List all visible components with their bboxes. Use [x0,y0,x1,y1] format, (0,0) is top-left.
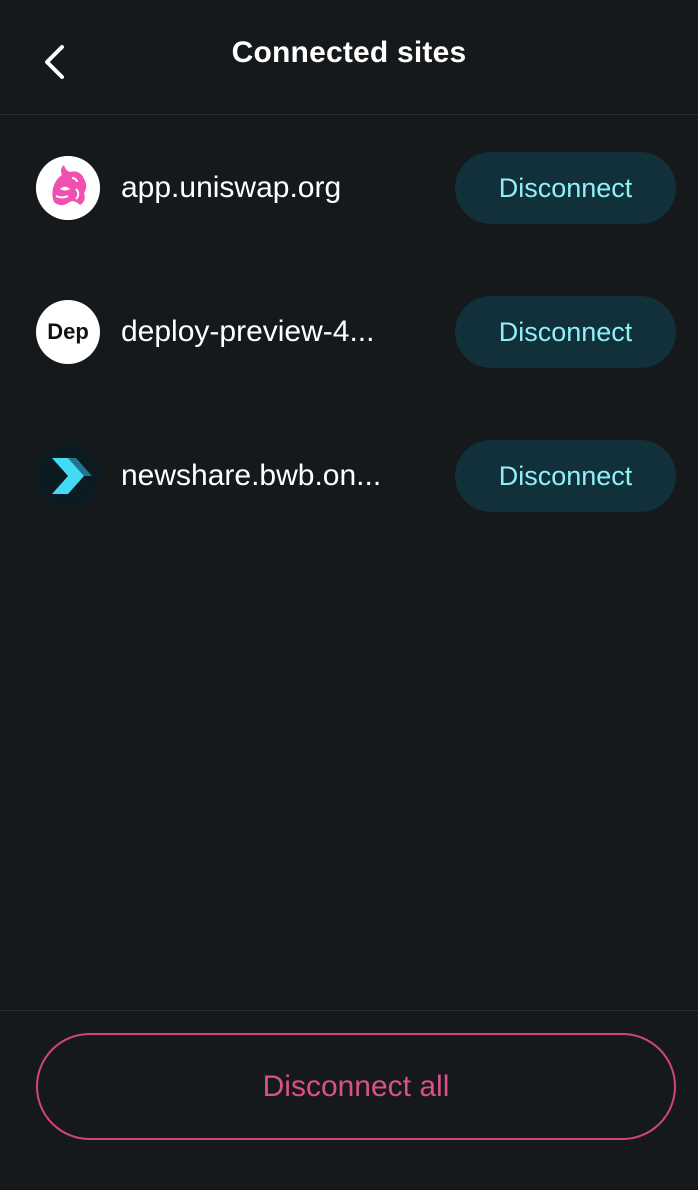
chevron-right-logo-icon [36,444,100,508]
site-row-newshare: newshare.bwb.on... Disconnect [0,440,698,512]
page-title: Connected sites [231,36,467,69]
disconnect-all-button[interactable]: Disconnect all [36,1033,676,1140]
site-initials-icon: Dep [36,300,100,364]
site-name: app.uniswap.org [121,171,342,204]
disconnect-button[interactable]: Disconnect [455,440,676,512]
site-name: deploy-preview-4... [121,315,375,348]
site-row-uniswap: app.uniswap.org Disconnect [0,152,698,224]
header: Connected sites [0,0,698,115]
site-name: newshare.bwb.on... [121,459,382,492]
site-row-deploy-preview: Dep deploy-preview-4... Disconnect [0,296,698,368]
disconnect-button[interactable]: Disconnect [455,152,676,224]
connected-sites-screen: Connected sites app.uniswap.org Disconne… [0,0,698,1190]
uniswap-unicorn-icon [36,156,100,220]
disconnect-button[interactable]: Disconnect [455,296,676,368]
footer: Disconnect all [0,1010,698,1190]
